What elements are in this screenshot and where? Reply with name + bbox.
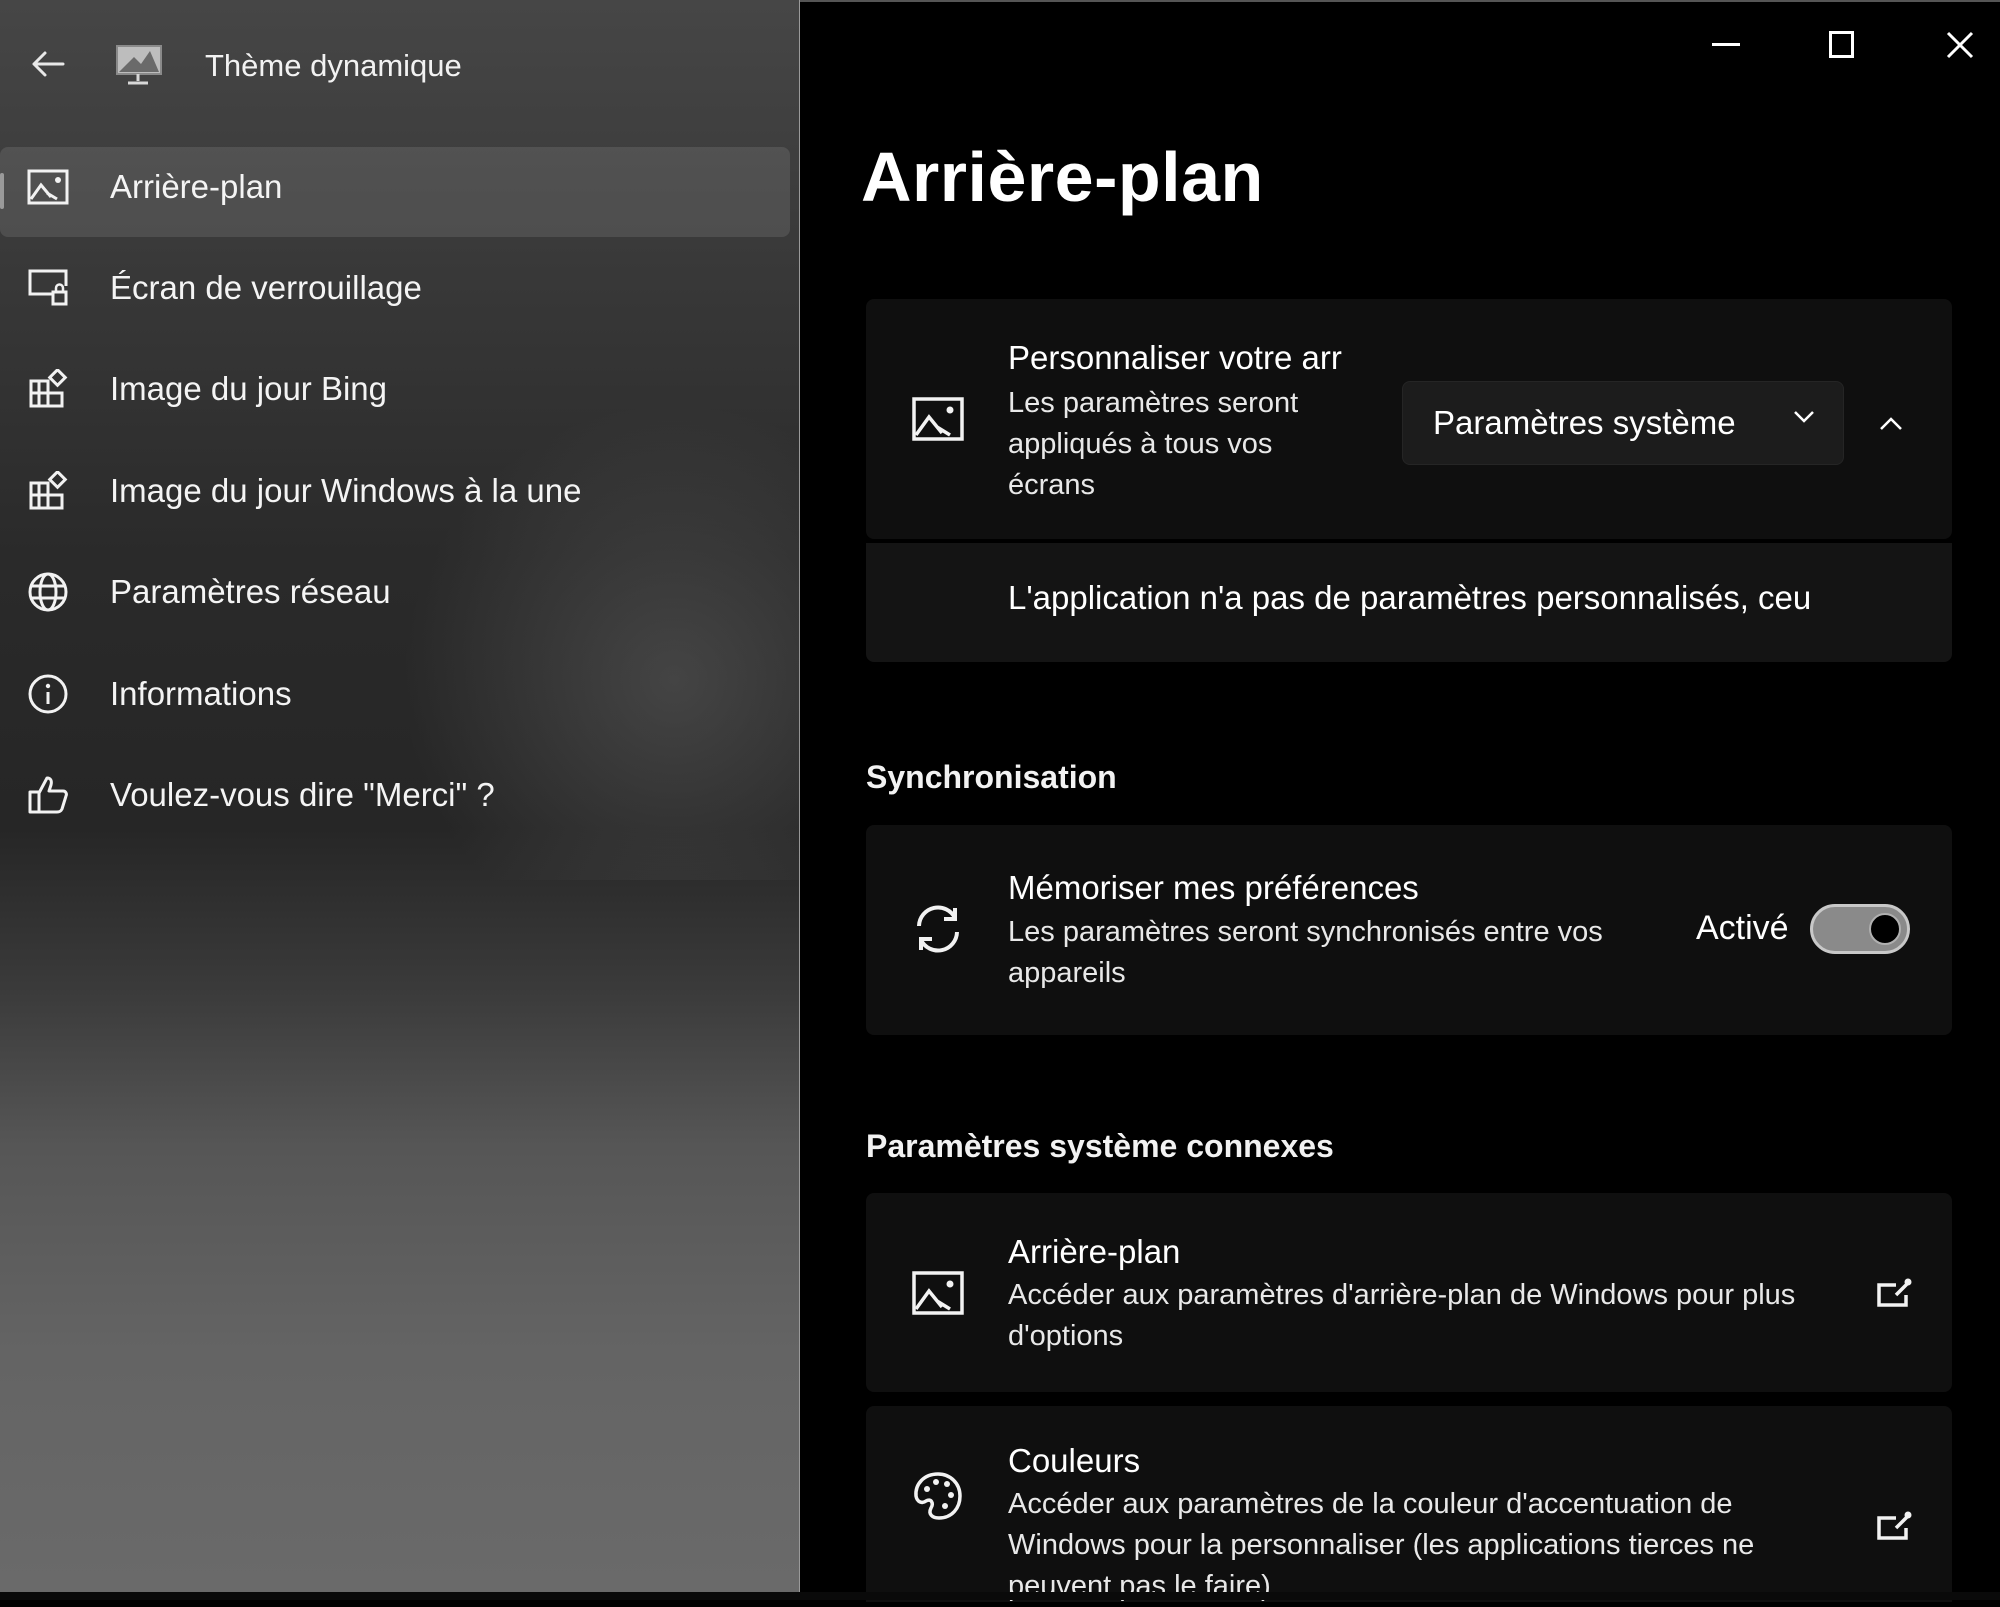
dropdown-value: Paramètres système	[1433, 404, 1736, 441]
back-button[interactable]	[28, 44, 68, 84]
sidebar: Thème dynamique Arrière-plan Écran de ve…	[0, 0, 801, 1592]
maximize-icon	[1829, 31, 1855, 59]
chevron-down-icon	[1793, 410, 1815, 424]
personalize-card: Personnaliser votre arr Les paramètres s…	[866, 299, 1952, 539]
sidebar-item-ecran-verrouillage[interactable]: Écran de verrouillage	[0, 237, 790, 339]
wallpaper-source-dropdown[interactable]: Paramètres système	[1402, 381, 1844, 465]
palette-icon	[910, 1468, 966, 1524]
sidebar-item-network[interactable]: Paramètres réseau	[0, 542, 790, 644]
chevron-up-icon	[1879, 417, 1903, 431]
apps-add-icon	[26, 367, 70, 411]
info-icon	[26, 672, 70, 716]
sidebar-nav: Arrière-plan Écran de verrouillage Image…	[0, 145, 790, 846]
personalize-description: Les paramètres seront appliqués à tous v…	[1008, 387, 1299, 501]
image-icon	[910, 391, 966, 447]
expanded-text: L'application n'a pas de paramètres pers…	[1008, 579, 1812, 616]
related-item-description: Accéder aux paramètres d'arrière-plan de…	[1008, 1279, 1796, 1352]
sidebar-item-informations[interactable]: Informations	[0, 643, 790, 745]
minimize-icon	[1712, 43, 1740, 47]
maximize-button[interactable]	[1812, 20, 1872, 70]
related-item-background[interactable]: Arrière-plan Accéder aux paramètres d'ar…	[866, 1193, 1952, 1392]
minimize-button[interactable]	[1696, 20, 1756, 70]
sidebar-item-bing[interactable]: Image du jour Bing	[0, 339, 790, 441]
toggle-knob	[1869, 913, 1901, 945]
main-content: Arrière-plan Personnaliser votre arr Les…	[800, 0, 2000, 1602]
thumbs-up-icon	[26, 773, 70, 817]
sync-icon	[910, 901, 966, 957]
related-item-description: Accéder aux paramètres de la couleur d'a…	[1008, 1488, 1755, 1602]
apps-add-icon	[26, 469, 70, 513]
arrow-left-icon	[31, 50, 65, 78]
page-title: Arrière-plan	[861, 138, 1264, 216]
collapse-button[interactable]	[1866, 399, 1916, 449]
image-icon	[26, 165, 70, 209]
sidebar-item-label: Écran de verrouillage	[110, 268, 422, 306]
related-item-colors[interactable]: Couleurs Accéder aux paramètres de la co…	[866, 1406, 1952, 1602]
sidebar-item-arriere-plan[interactable]: Arrière-plan	[0, 145, 790, 237]
monitor-theme-icon	[114, 43, 164, 89]
sidebar-item-label: Arrière-plan	[110, 168, 283, 205]
sidebar-item-label: Image du jour Bing	[110, 370, 388, 408]
close-icon	[1946, 31, 1974, 59]
external-link-icon	[1874, 1273, 1914, 1313]
sync-description: Les paramètres seront synchronisés entre…	[1008, 916, 1603, 989]
sync-toggle[interactable]	[1810, 904, 1910, 954]
sync-card: Mémoriser mes préférences Les paramètres…	[866, 825, 1952, 1035]
sidebar-item-label: Voulez-vous dire "Merci" ?	[110, 776, 495, 814]
sidebar-item-merci[interactable]: Voulez-vous dire "Merci" ?	[0, 745, 790, 847]
external-link-icon	[1874, 1506, 1914, 1546]
globe-icon	[26, 570, 70, 614]
section-title-sync: Synchronisation	[866, 759, 1117, 795]
image-icon	[910, 1265, 966, 1321]
toggle-state-label: Activé	[1696, 909, 1789, 947]
app-title: Thème dynamique	[205, 48, 462, 83]
section-title-related: Paramètres système connexes	[866, 1128, 1334, 1164]
sidebar-item-label: Paramètres réseau	[110, 573, 391, 611]
sidebar-item-label: Image du jour Windows à la une	[110, 471, 582, 509]
lock-screen-icon	[26, 266, 70, 310]
personalize-expanded-panel: L'application n'a pas de paramètres pers…	[866, 543, 1952, 662]
sync-title: Mémoriser mes préférences	[1008, 869, 1419, 906]
related-item-title: Arrière-plan	[1008, 1233, 1181, 1270]
close-button[interactable]	[1930, 20, 1990, 70]
sidebar-item-windows-spotlight[interactable]: Image du jour Windows à la une	[0, 440, 790, 542]
personalize-title: Personnaliser votre arr	[1008, 339, 1342, 376]
app-header: Thème dynamique	[0, 30, 799, 100]
sidebar-item-label: Informations	[110, 674, 292, 712]
window-bottom-edge	[0, 1592, 2000, 1600]
related-item-title: Couleurs	[1008, 1442, 1141, 1479]
